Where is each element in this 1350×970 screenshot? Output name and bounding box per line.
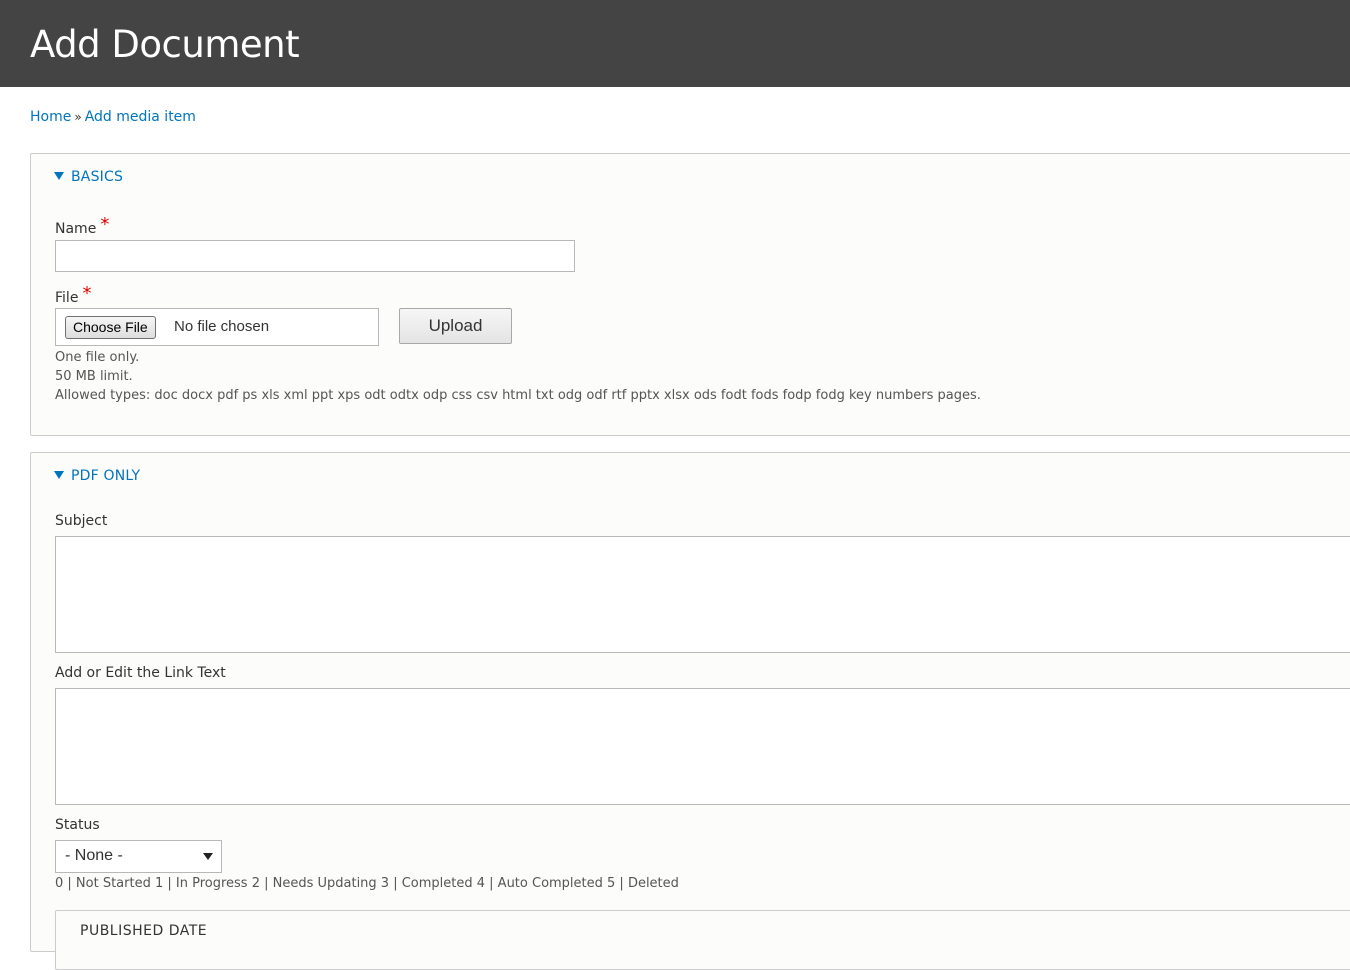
breadcrumb-home-link[interactable]: Home xyxy=(30,109,71,125)
status-label: Status xyxy=(55,817,100,833)
no-file-chosen-text: No file chosen xyxy=(174,318,270,335)
link-text-label: Add or Edit the Link Text xyxy=(55,665,226,681)
breadcrumb-separator: » xyxy=(74,110,82,124)
basics-legend-label: BASICS xyxy=(71,169,124,185)
file-input[interactable]: Choose File No file chosen xyxy=(55,308,379,346)
name-label: Name * xyxy=(55,214,110,238)
subject-textarea[interactable] xyxy=(55,536,1350,653)
basics-fieldset: BASICS Name * File * Choose File No file c… xyxy=(30,153,1350,436)
pdf-only-fieldset: PDF ONLY Subject Add or Edit the Link Te… xyxy=(30,452,1350,970)
subject-label: Subject xyxy=(55,513,108,529)
choose-file-button[interactable]: Choose File xyxy=(65,316,156,339)
file-label-text: File xyxy=(55,290,79,306)
basics-legend-toggle[interactable]: BASICS xyxy=(54,169,123,185)
required-marker: * xyxy=(100,214,110,235)
published-date-fieldset: PUBLISHED DATE xyxy=(55,910,1350,970)
file-help-text: One file only. 50 MB limit. Allowed type… xyxy=(55,348,981,405)
page-title: Add Document xyxy=(30,23,300,66)
help-size-limit: 50 MB limit. xyxy=(55,369,133,384)
file-label: File * xyxy=(55,283,92,307)
pdf-only-legend-toggle[interactable]: PDF ONLY xyxy=(54,468,140,484)
required-marker: * xyxy=(82,283,92,304)
help-allowed-types: Allowed types: doc docx pdf ps xls xml p… xyxy=(55,388,981,403)
help-one-file: One file only. xyxy=(55,350,140,365)
upload-button[interactable]: Upload xyxy=(399,308,512,344)
breadcrumb: Home» Add media item xyxy=(30,109,196,125)
status-select[interactable]: - None - xyxy=(55,840,222,873)
collapse-triangle-icon xyxy=(54,471,64,479)
collapse-triangle-icon xyxy=(54,172,64,180)
name-input[interactable] xyxy=(55,240,575,272)
page-header: Add Document xyxy=(0,0,1350,87)
link-text-textarea[interactable] xyxy=(55,688,1350,805)
pdf-only-legend-label: PDF ONLY xyxy=(71,468,141,484)
breadcrumb-add-media-link[interactable]: Add media item xyxy=(85,109,196,125)
dropdown-arrow-icon xyxy=(203,853,213,860)
status-selected-value: - None - xyxy=(65,847,123,864)
status-help-text: 0 | Not Started 1 | In Progress 2 | Need… xyxy=(55,876,679,891)
name-label-text: Name xyxy=(55,221,97,237)
